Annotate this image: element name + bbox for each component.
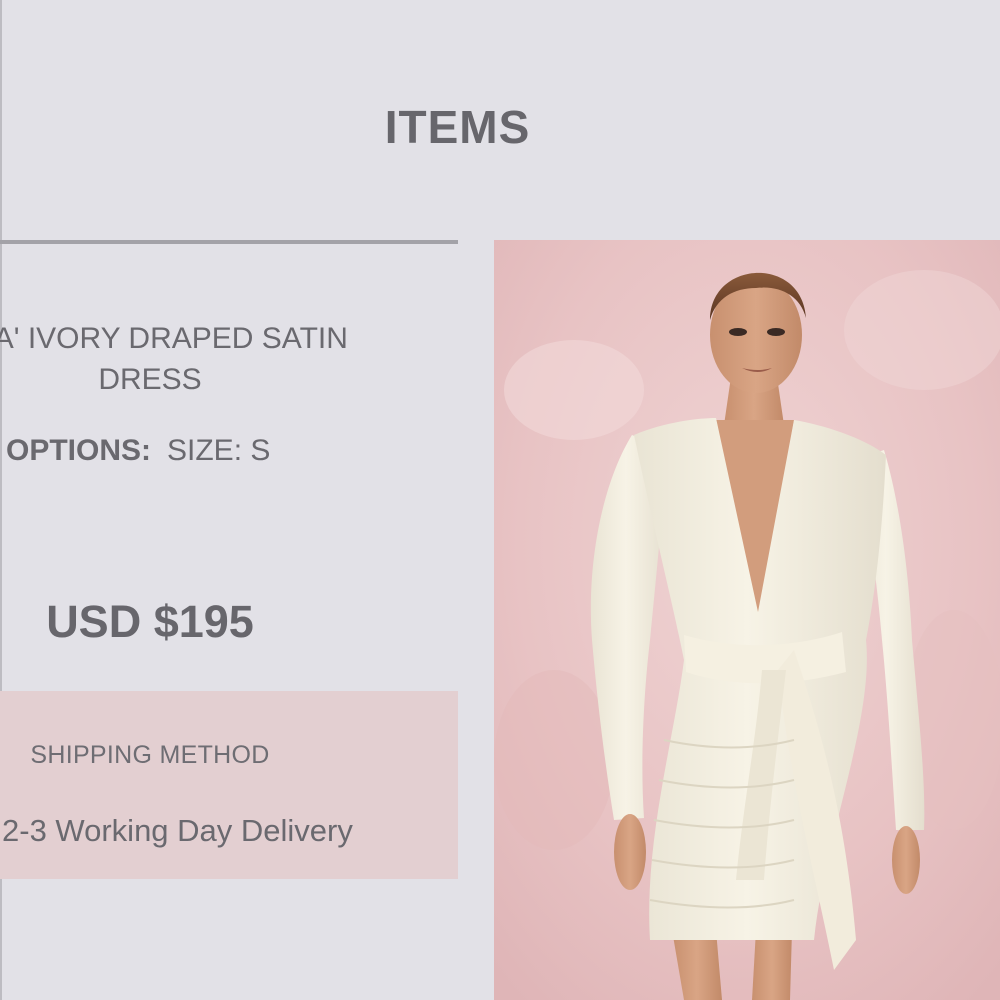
section-title: ITEMS [384, 101, 531, 153]
options-label: OPTIONS: [6, 434, 152, 467]
item-name-line1: ANA' IVORY DRAPED SATIN [0, 322, 348, 355]
item-name-line2: DRESS [98, 363, 202, 396]
shipping-method-value: 2-3 Working Day Delivery [2, 813, 353, 848]
item-price: USD $195 [46, 596, 254, 647]
options-value: SIZE: S [167, 434, 271, 467]
shipping-method-box: SHIPPING METHOD 2-3 Working Day Delivery [0, 691, 458, 879]
product-photo-icon [494, 240, 1000, 1000]
product-image[interactable] [494, 240, 1000, 1000]
shipping-method-title: SHIPPING METHOD [30, 741, 270, 769]
divider [0, 240, 458, 244]
item-name[interactable]: ANA' IVORY DRAPED SATIN DRESS [0, 318, 420, 400]
cart-items-page: ITEMS ANA' IVORY DRAPED SATIN DRESS OPTI… [0, 0, 1000, 1000]
item-options: OPTIONS: SIZE: S [6, 434, 270, 468]
